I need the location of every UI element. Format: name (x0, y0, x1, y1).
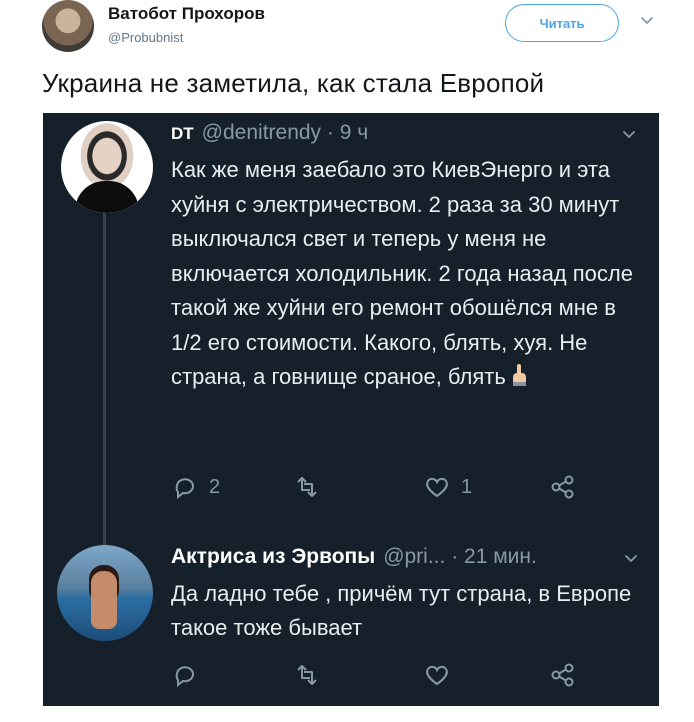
like-button[interactable]: 1 (423, 473, 472, 501)
tweet-body: Как же меня заебало это КиевЭнерго и эта… (171, 153, 651, 395)
chevron-down-icon (623, 131, 635, 138)
display-name: DT (171, 124, 194, 143)
author-handle[interactable]: @Probubnist (108, 30, 183, 45)
reply-icon (175, 666, 194, 688)
retweet-icon (297, 477, 317, 497)
like-count: 1 (461, 475, 473, 498)
author-avatar[interactable] (42, 0, 94, 52)
retweet-button[interactable] (293, 661, 321, 689)
avatar (57, 545, 153, 641)
tweet-body-text: Как же меня заебало это КиевЭнерго и эта… (171, 157, 633, 389)
tweet-actions (171, 661, 651, 691)
follow-button[interactable]: Читать (505, 4, 619, 42)
tweet-actions: 2 1 (171, 473, 651, 503)
share-icon (551, 663, 574, 687)
avatar (61, 121, 153, 213)
middle-finger-icon (512, 364, 526, 386)
chevron-down-icon (625, 555, 637, 562)
handle: @pri... (383, 545, 446, 568)
heart-icon (426, 477, 448, 498)
retweet-button[interactable] (293, 473, 321, 501)
display-name: Актриса из Эрвопы (171, 545, 376, 568)
retweet-icon (297, 665, 317, 685)
author-name[interactable]: Ватобот Прохоров (108, 4, 265, 24)
tweet-meta: DT @denitrendy · 9 ч (171, 121, 368, 145)
tweet-text: Украина не заметила, как стала Европой (42, 68, 545, 98)
like-button[interactable] (423, 661, 451, 689)
reply-button[interactable] (171, 661, 199, 689)
timestamp: · 21 мин. (451, 545, 537, 568)
reply-count: 2 (209, 475, 221, 498)
embedded-screenshot: DT @denitrendy · 9 ч Как же меня заебало … (43, 113, 659, 706)
share-button[interactable] (549, 661, 577, 689)
reply-icon (175, 478, 194, 500)
chevron-down-icon[interactable] (640, 14, 654, 28)
heart-icon (426, 665, 448, 686)
share-icon (551, 475, 574, 499)
tweet-meta: Актриса из Эрвопы @pri... · 21 мин. (171, 545, 537, 569)
timestamp: · 9 ч (326, 121, 369, 144)
share-button[interactable] (549, 473, 577, 501)
handle: @denitrendy (201, 121, 322, 144)
reply-button[interactable]: 2 (171, 473, 220, 501)
tweet-body: Да ладно тебе , причём тут страна, в Евр… (171, 581, 632, 640)
